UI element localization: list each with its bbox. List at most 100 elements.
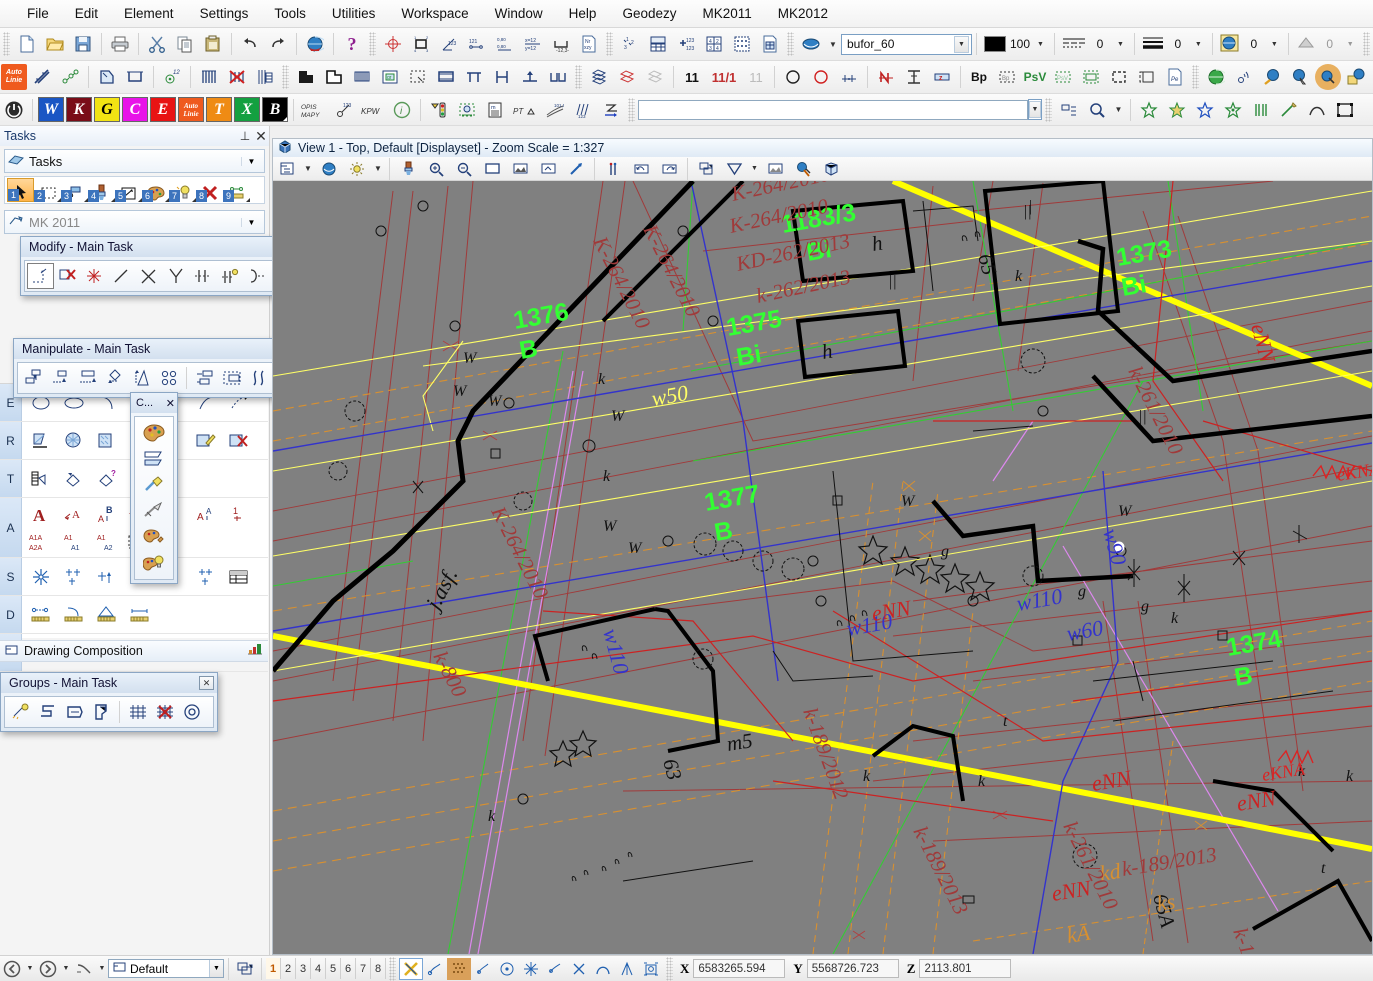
autolinie-button[interactable]: Auto Linie — [178, 97, 204, 122]
text-edit-icon[interactable]: AA — [189, 500, 222, 528]
copy-element-icon[interactable] — [20, 365, 47, 391]
bracket-123-icon[interactable]: -12,3- — [548, 31, 574, 57]
element-selection-tool[interactable]: 1 — [7, 178, 34, 202]
level-number-3[interactable]: 3 — [296, 958, 311, 979]
undo-icon[interactable] — [237, 31, 263, 57]
text-index-icon[interactable]: 1 — [222, 500, 255, 528]
layer-g-button[interactable]: G — [94, 97, 120, 122]
text-two-icon[interactable]: A1 A2 — [90, 528, 123, 556]
chevron-down-icon[interactable]: ▼ — [209, 960, 223, 977]
insert-vertex-icon[interactable] — [189, 263, 216, 289]
circles-chain-icon[interactable] — [57, 64, 83, 90]
cut-scissors-icon[interactable] — [144, 31, 170, 57]
shape-solid-icon[interactable] — [293, 64, 319, 90]
star-outline-icon[interactable] — [1136, 97, 1162, 123]
save-icon[interactable] — [70, 31, 96, 57]
chevron-down-icon[interactable]: ▼ — [60, 958, 72, 980]
grid-key-a[interactable]: A — [0, 498, 22, 557]
gps-signal-icon[interactable] — [1231, 64, 1257, 90]
stack-red-icon[interactable] — [614, 64, 640, 90]
change-palette-header[interactable]: C... ✕ — [131, 393, 177, 413]
chevron-down-icon[interactable]: ▼ — [1029, 101, 1041, 118]
place-text-above-icon[interactable]: BA — [90, 500, 123, 528]
group-hole-icon[interactable] — [7, 699, 34, 725]
modify-pattern-icon[interactable] — [189, 426, 222, 456]
red-n-icon[interactable] — [873, 64, 899, 90]
display-style-icon[interactable] — [316, 156, 342, 182]
menu-item-window[interactable]: Window — [482, 3, 556, 24]
points-123-icon[interactable]: 123 — [331, 97, 357, 123]
globe-render-icon[interactable] — [302, 31, 328, 57]
map-canvas[interactable]: 1183/3 Bi 1375 Bi 1376 B 1377 B 1373 Bi … — [273, 181, 1372, 954]
rectangle-corners-icon[interactable]: 1243 — [408, 31, 434, 57]
node-array-icon[interactable] — [57, 562, 90, 592]
model-properties-icon[interactable] — [233, 958, 257, 980]
toolbar-grip[interactable] — [3, 32, 10, 56]
create-shape-icon[interactable] — [61, 699, 88, 725]
coords-1-2-3-icon[interactable]: 123 — [617, 31, 643, 57]
priority-attr[interactable]: 0 ▼ — [1293, 35, 1360, 54]
text-stack-icon[interactable]: A1 A1 — [57, 528, 90, 556]
layer-k-button[interactable]: K — [66, 97, 92, 122]
scale-icon[interactable] — [218, 365, 245, 391]
view-attributes-icon[interactable] — [274, 156, 300, 182]
delete-partial-icon[interactable] — [54, 263, 81, 289]
command-dropdown[interactable]: ▼ — [1028, 99, 1042, 120]
info-circle-icon[interactable]: i — [389, 97, 415, 123]
new-file-icon[interactable] — [14, 31, 40, 57]
stack-shapes-icon[interactable] — [586, 64, 612, 90]
window-area-icon[interactable] — [479, 156, 505, 182]
break-element-icon[interactable] — [81, 263, 108, 289]
nr-xyz-icon[interactable]: Nr xzy — [576, 31, 602, 57]
coord-z-field[interactable]: 2113.801 — [919, 959, 1012, 978]
pen-line-icon[interactable] — [1276, 97, 1302, 123]
back-arrow-icon[interactable] — [0, 958, 24, 980]
color-swatch-icon[interactable] — [984, 36, 1006, 52]
rotate-icon[interactable] — [101, 365, 128, 391]
adjust-brightness-icon[interactable] — [344, 156, 370, 182]
place-smartline-tool[interactable]: 3 — [61, 178, 88, 202]
redo-icon[interactable] — [265, 31, 291, 57]
level-number-2[interactable]: 2 — [281, 958, 296, 979]
circle-red-icon[interactable] — [808, 64, 834, 90]
status-grip[interactable] — [666, 956, 673, 981]
linestyle-attr[interactable]: 0 ▼ — [1059, 35, 1130, 54]
perp-snap-icon[interactable] — [567, 958, 591, 980]
layer-t-button[interactable]: T — [206, 97, 232, 122]
point-12-icon[interactable]: 12 — [159, 64, 185, 90]
axis-dash-icon[interactable] — [836, 64, 862, 90]
priority-icon[interactable] — [1296, 35, 1316, 54]
toolbar-grip[interactable] — [787, 32, 794, 56]
fence-select-icon[interactable] — [1332, 97, 1358, 123]
chevron-down-icon[interactable]: ▼ — [241, 156, 261, 166]
close-icon[interactable]: ✕ — [253, 128, 269, 145]
layer-b-button[interactable]: B — [262, 97, 288, 122]
globe-pin-icon[interactable] — [1315, 64, 1341, 90]
extend-two-icon[interactable] — [135, 263, 162, 289]
menu-item-mk2011[interactable]: MK2011 — [689, 3, 764, 24]
z-clamp-icon[interactable]: z — [929, 64, 955, 90]
chevron-down-icon[interactable]: ▼ — [749, 156, 760, 182]
change-palette-icon[interactable] — [141, 524, 168, 550]
layer-e-button[interactable]: E — [150, 97, 176, 122]
autoline-icon[interactable]: Auto Linie — [1, 64, 27, 90]
tentative-point-icon[interactable] — [423, 958, 447, 980]
fence-tool[interactable]: 2 — [34, 178, 61, 202]
view-back-icon[interactable] — [628, 156, 654, 182]
place-text-icon[interactable]: A — [24, 500, 57, 528]
traffic-light-icon[interactable] — [426, 97, 452, 123]
level-number-1[interactable]: 1 — [266, 958, 281, 979]
star-green-icon[interactable] — [1220, 97, 1246, 123]
identify-cell-icon[interactable]: ? — [90, 464, 123, 494]
drawing-composition-bar[interactable]: Drawing Composition — [0, 640, 268, 662]
command-input[interactable] — [638, 99, 1028, 120]
change-attributes-icon[interactable] — [141, 420, 168, 446]
layer-c-button[interactable]: C — [122, 97, 148, 122]
parallel-marks-icon[interactable] — [1248, 97, 1274, 123]
chevron-down-icon[interactable]: ▼ — [372, 156, 384, 182]
drop-complex-icon[interactable] — [88, 699, 115, 725]
hatch-lines-icon[interactable] — [196, 64, 222, 90]
menu-item-help[interactable]: Help — [556, 3, 610, 24]
level-number-8[interactable]: 8 — [371, 958, 386, 979]
chart-icon[interactable] — [247, 643, 263, 659]
